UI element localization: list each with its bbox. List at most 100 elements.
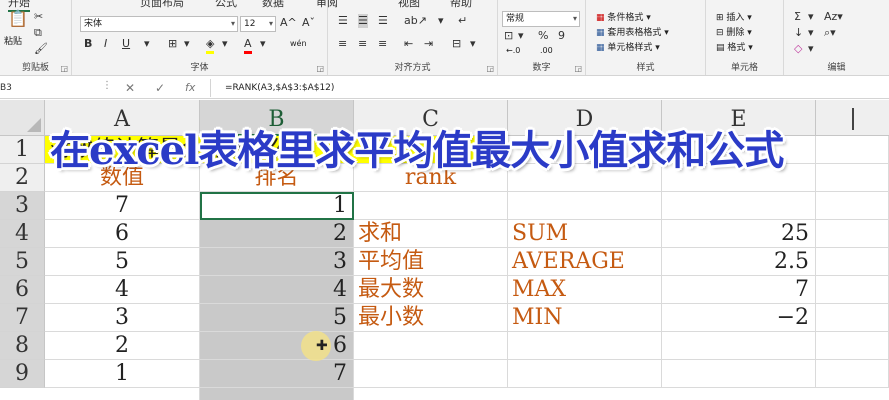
row-header-2[interactable]: 2 <box>0 164 45 192</box>
delete-button[interactable]: ⊟ 删除 ▾ <box>716 27 752 39</box>
align-middle-icon[interactable]: ☰ <box>358 14 368 28</box>
conditional-format-button[interactable]: ▦ 条件格式 ▾ <box>596 12 651 24</box>
align-right-icon[interactable]: ≡ <box>378 37 387 51</box>
chevron-down-icon[interactable]: ▾ <box>808 10 814 24</box>
number-launcher-icon[interactable]: ◲ <box>574 64 582 73</box>
chevron-down-icon[interactable]: ▾ <box>808 26 814 40</box>
label-min-cell[interactable]: 最小数 <box>354 304 508 332</box>
chevron-down-icon[interactable]: ▾ <box>438 14 444 28</box>
cell-styles-button[interactable]: ▦ 单元格样式 ▾ <box>596 42 660 54</box>
orientation-icon[interactable]: ab↗ <box>404 14 427 28</box>
row-header-5[interactable]: 5 <box>0 248 45 276</box>
confirm-button[interactable]: ✓ <box>155 80 165 96</box>
cell-c8[interactable] <box>354 332 508 360</box>
cell-a8[interactable]: 2 <box>45 332 200 360</box>
insert-function-button[interactable]: fx <box>185 80 195 96</box>
wrap-text-icon[interactable]: ↵ <box>458 14 467 28</box>
find-select-icon[interactable]: ⌕▾ <box>824 26 836 40</box>
cell-a6[interactable]: 4 <box>45 276 200 304</box>
value-average-cell[interactable]: 2.5 <box>662 248 816 276</box>
format-as-table-button[interactable]: ▦ 套用表格格式 ▾ <box>596 27 669 39</box>
cell-b6[interactable]: 4 <box>200 276 354 304</box>
chevron-down-icon[interactable]: ▾ <box>144 37 150 51</box>
align-bottom-icon[interactable]: ☰ <box>378 14 388 28</box>
cell-f1[interactable] <box>816 136 889 164</box>
chevron-down-icon[interactable]: ▾ <box>222 37 228 51</box>
paste-icon[interactable]: 📋 <box>8 11 28 27</box>
cut-icon[interactable]: ✂ <box>34 10 43 24</box>
font-size-select[interactable]: 12 ▾ <box>240 16 276 32</box>
cell-b9[interactable]: 7 <box>200 360 354 388</box>
sort-filter-icon[interactable]: Az▾ <box>824 10 843 24</box>
font-color-icon[interactable]: A <box>244 37 252 54</box>
chevron-down-icon[interactable]: ▾ <box>470 37 476 51</box>
cell-f8[interactable] <box>816 332 889 360</box>
percent-button[interactable]: % <box>538 29 548 43</box>
currency-icon[interactable]: ⊡ <box>504 29 513 43</box>
paste-label[interactable]: 粘贴 <box>4 36 22 48</box>
underline-button[interactable]: U <box>122 37 130 51</box>
func-min-cell[interactable]: MIN <box>508 304 662 332</box>
decrease-decimal-button[interactable]: .00 <box>540 45 553 57</box>
align-center-icon[interactable]: ≡ <box>358 37 367 51</box>
format-painter-icon[interactable]: 🖌 <box>34 42 48 56</box>
cancel-button[interactable]: ✕ <box>125 80 135 96</box>
grow-font-button[interactable]: A^ <box>280 16 297 30</box>
phonetic-button[interactable]: wén <box>290 38 307 50</box>
increase-indent-icon[interactable]: ⇥ <box>424 37 433 51</box>
insert-button[interactable]: ⊞ 插入 ▾ <box>716 12 752 24</box>
row-header-6[interactable]: 6 <box>0 276 45 304</box>
select-all-button[interactable] <box>0 100 45 136</box>
formula-input[interactable]: =RANK(A3,$A$3:$A$12) <box>225 81 334 95</box>
chevron-down-icon[interactable]: ▾ <box>260 37 266 51</box>
shrink-font-button[interactable]: Aˇ <box>302 16 315 30</box>
clear-button[interactable]: ◇ <box>794 42 802 56</box>
comma-button[interactable]: 9 <box>558 29 565 43</box>
row-header-7[interactable]: 7 <box>0 304 45 332</box>
row-header-9[interactable]: 9 <box>0 360 45 388</box>
cell-f5[interactable] <box>816 248 889 276</box>
column-resize-handle[interactable] <box>851 108 854 130</box>
italic-button[interactable]: I <box>104 37 107 51</box>
font-launcher-icon[interactable]: ◲ <box>316 64 324 73</box>
row-header-8[interactable]: 8 <box>0 332 45 360</box>
cell-f7[interactable] <box>816 304 889 332</box>
cell-a7[interactable]: 3 <box>45 304 200 332</box>
cell-f6[interactable] <box>816 276 889 304</box>
chevron-down-icon[interactable]: ▾ <box>518 29 524 43</box>
cell-b5[interactable]: 3 <box>200 248 354 276</box>
cell-a10[interactable] <box>45 388 200 400</box>
copy-icon[interactable]: ⧉ <box>34 26 42 40</box>
column-header-f[interactable] <box>816 100 889 136</box>
align-top-icon[interactable]: ☰ <box>338 14 348 28</box>
row-header-1[interactable]: 1 <box>0 136 45 164</box>
label-sum-cell[interactable]: 求和 <box>354 220 508 248</box>
bold-button[interactable]: B <box>84 37 92 51</box>
cell-e8[interactable] <box>662 332 816 360</box>
cell-e9[interactable] <box>662 360 816 388</box>
cell-b4[interactable]: 2 <box>200 220 354 248</box>
fill-button[interactable]: ↓ <box>794 26 803 40</box>
cell-f2[interactable] <box>816 164 889 192</box>
cell-a5[interactable]: 5 <box>45 248 200 276</box>
merge-center-icon[interactable]: ⊟ <box>452 37 461 51</box>
label-average-cell[interactable]: 平均值 <box>354 248 508 276</box>
cell-b3-active[interactable]: 1 <box>200 192 354 220</box>
cell-a9[interactable]: 1 <box>45 360 200 388</box>
decrease-indent-icon[interactable]: ⇤ <box>404 37 413 51</box>
cell-d9[interactable] <box>508 360 662 388</box>
cell-b7[interactable]: 5 <box>200 304 354 332</box>
cell-f9[interactable] <box>816 360 889 388</box>
row-header-3[interactable]: 3 <box>0 192 45 220</box>
increase-decimal-button[interactable]: ←.0 <box>506 45 520 57</box>
value-sum-cell[interactable]: 25 <box>662 220 816 248</box>
border-icon[interactable]: ⊞ <box>168 37 177 51</box>
clipboard-launcher-icon[interactable]: ◲ <box>60 64 68 73</box>
cell-a3[interactable]: 7 <box>45 192 200 220</box>
autosum-button[interactable]: Σ <box>794 10 801 24</box>
value-min-cell[interactable]: −2 <box>662 304 816 332</box>
label-max-cell[interactable]: 最大数 <box>354 276 508 304</box>
fill-color-icon[interactable]: ◈ <box>206 37 215 54</box>
cell-d3[interactable] <box>508 192 662 220</box>
number-format-select[interactable]: 常规 ▾ <box>502 11 580 27</box>
